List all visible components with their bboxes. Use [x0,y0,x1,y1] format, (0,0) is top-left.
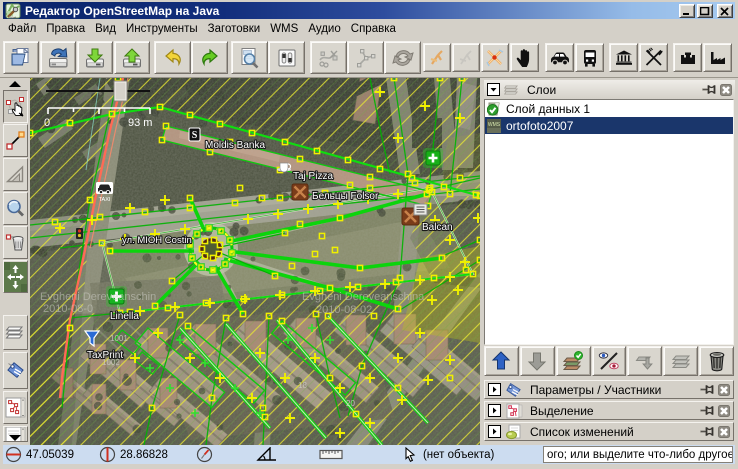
svg-text:1001: 1001 [110,334,128,343]
svg-text:Evgheni Dereveanschin: Evgheni Dereveanschin [40,291,156,303]
svg-text:Moldis Banka: Moldis Banka [205,140,265,151]
svg-text:Бельцы Folsor: Бельцы Folsor [312,191,379,202]
svg-text:1002: 1002 [102,358,120,367]
svg-text:Balcan: Balcan [422,222,453,233]
svg-text:0: 0 [44,117,50,129]
svg-text:18: 18 [298,381,307,390]
svg-text:S: S [192,130,198,141]
svg-text:20: 20 [346,399,355,408]
svg-text:93 m: 93 m [128,117,152,129]
svg-text:ул. МІОН Costin: ул. МІОН Costin [122,235,192,246]
svg-text:Linella: Linella [110,311,139,322]
svg-text:Taj Pizza: Taj Pizza [293,171,333,182]
svg-text:2010-08-02: 2010-08-02 [316,304,372,316]
svg-text:2010-08-0: 2010-08-0 [43,303,93,315]
svg-text:WMS: WMS [488,122,501,128]
svg-text:Evgheni Dereveanschina: Evgheni Dereveanschina [302,291,425,303]
svg-text:TAXI: TAXI [99,197,111,203]
